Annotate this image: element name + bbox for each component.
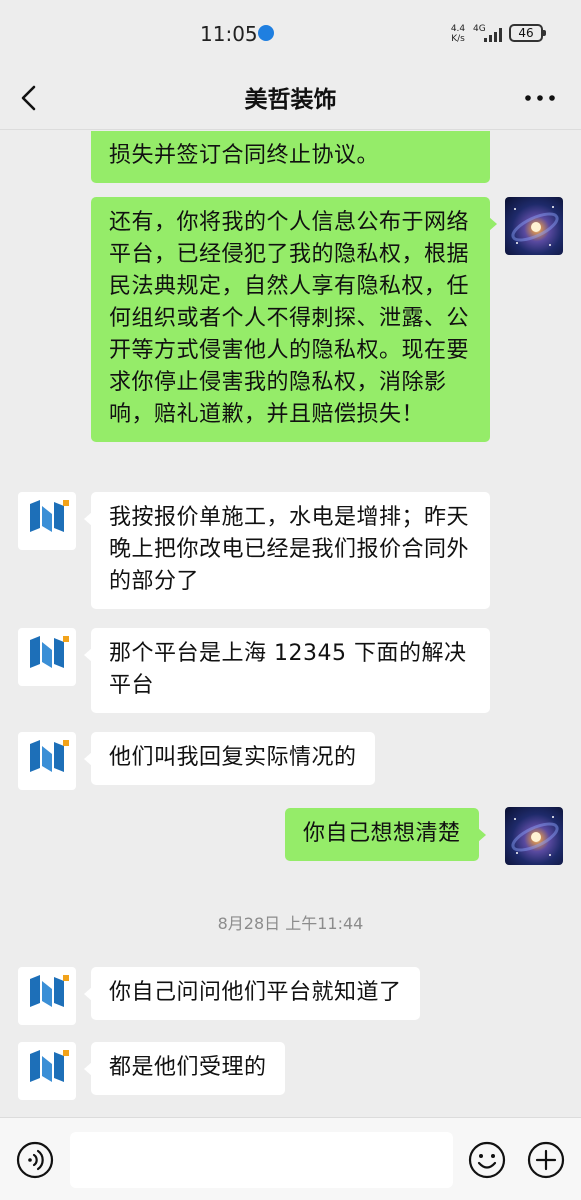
- chat-title: 美哲装饰: [244, 87, 337, 113]
- chat-timestamp: 8月28日 上午11:44: [217, 914, 364, 933]
- avatar-shop[interactable]: [18, 492, 76, 550]
- input-bar: [0, 1117, 581, 1200]
- plus-icon[interactable]: [527, 1141, 565, 1179]
- message-bubble-outgoing[interactable]: 还有，你将我的个人信息公布于网络平台，已经侵犯了我的隐私权，根据民法典规定，自然…: [91, 197, 497, 442]
- avatar-shop[interactable]: [18, 967, 76, 1025]
- status-time: 11:05: [200, 22, 258, 46]
- message-bubble-incoming[interactable]: 他们叫我回复实际情况的: [84, 732, 375, 785]
- message-bubble-incoming[interactable]: 那个平台是上海 12345 下面的解决平台: [84, 628, 490, 713]
- chat-header: 美哲装饰: [0, 66, 581, 130]
- avatar-self[interactable]: [505, 197, 563, 255]
- battery-icon: 46: [509, 24, 546, 42]
- signal-icon: [484, 28, 502, 42]
- message-bubble-incoming[interactable]: 我按报价单施工，水电是增排；昨天晚上把你改电已经是我们报价合同外的部分了: [84, 492, 490, 609]
- notification-icon: [258, 25, 274, 41]
- shop-logo-icon: [30, 740, 69, 772]
- message-bubble-outgoing[interactable]: 损失并签订合同终止协议。: [91, 131, 490, 183]
- status-bar: 11:05 4.4 K/s 4G 46: [0, 0, 581, 66]
- avatar-self[interactable]: [505, 807, 563, 865]
- galaxy-avatar-image: [511, 206, 559, 246]
- clipped-text: [109, 131, 472, 140]
- message-bubble-incoming[interactable]: 你自己问问他们平台就知道了: [84, 967, 420, 1020]
- message-input[interactable]: [70, 1132, 453, 1188]
- avatar-shop[interactable]: [18, 628, 76, 686]
- emoji-icon[interactable]: [468, 1141, 506, 1179]
- chat-messages[interactable]: 损失并签订合同终止协议。 还有，你将我的个人信息公布于网络平台，已经侵犯了我的隐…: [0, 131, 581, 1117]
- shop-logo-icon: [30, 1050, 69, 1082]
- network-speed: 4.4 K/s: [450, 24, 466, 44]
- avatar-shop[interactable]: [18, 732, 76, 790]
- message-bubble-outgoing[interactable]: 你自己想想清楚: [285, 808, 486, 861]
- galaxy-avatar-image: [511, 816, 559, 856]
- avatar-shop[interactable]: [18, 1042, 76, 1100]
- more-dots-icon[interactable]: [522, 92, 558, 104]
- message-bubble-incoming[interactable]: 都是他们受理的: [84, 1042, 285, 1095]
- shop-logo-icon: [30, 500, 69, 532]
- shop-logo-icon: [30, 975, 69, 1007]
- voice-icon[interactable]: [16, 1141, 54, 1179]
- shop-logo-icon: [30, 636, 69, 668]
